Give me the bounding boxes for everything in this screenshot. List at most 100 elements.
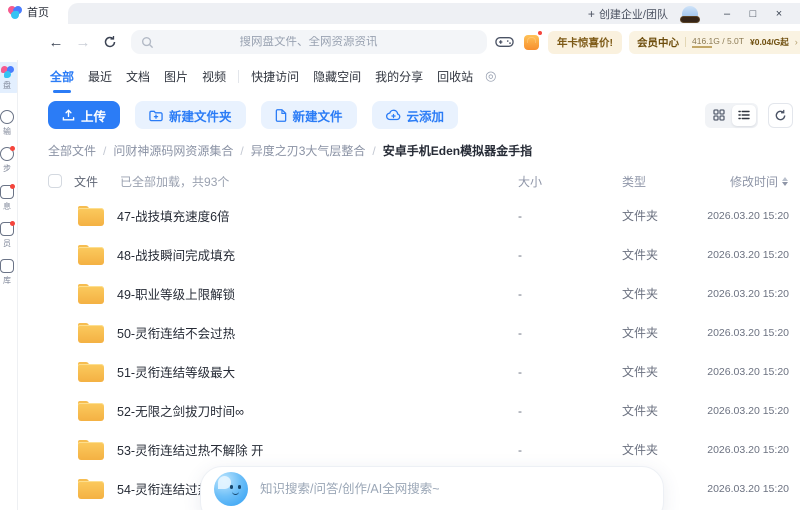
tab-recycle-bin[interactable]: 回收站: [435, 66, 475, 87]
main-content: 全部 最近 文档 图片 视频 快捷访问 隐藏空间 我的分享 回收站 ◎ 上传 新…: [18, 60, 800, 510]
table-row[interactable]: 50-灵衔连结不会过热 - 文件夹 2026.03.20 15:20: [48, 313, 793, 352]
sidebar-item-member[interactable]: 员: [0, 221, 17, 249]
library-icon: [0, 259, 14, 273]
folder-plus-icon: [149, 110, 163, 121]
file-name[interactable]: 52-无限之剑拔刀时间∞: [117, 401, 244, 420]
folder-icon: [78, 283, 104, 304]
sidebar-item-transfer[interactable]: 输: [0, 110, 17, 137]
tab-settings-icon[interactable]: ◎: [485, 68, 496, 84]
tab-strip: + 创建企业/团队 – □ ×: [68, 3, 800, 24]
refresh-icon[interactable]: [100, 31, 120, 53]
select-all-checkbox[interactable]: [48, 174, 62, 188]
breadcrumb-level-1[interactable]: 问财神源码网资源集合: [113, 142, 233, 159]
file-size: -: [518, 247, 522, 262]
sidebar-item-disk[interactable]: 盘: [0, 62, 17, 93]
back-icon[interactable]: ←: [46, 31, 66, 53]
ai-search-bar[interactable]: [200, 466, 664, 510]
grid-view-icon[interactable]: [707, 105, 731, 126]
sidebar: 盘 输 步 息 员 库: [0, 60, 18, 510]
table-row[interactable]: 47-战技填充速度6倍 - 文件夹 2026.03.20 15:20: [48, 196, 793, 235]
folder-icon: [78, 439, 104, 460]
load-status: 已全部加载，共93个: [120, 174, 230, 189]
refresh-list-icon[interactable]: [768, 102, 793, 128]
breadcrumb-root[interactable]: 全部文件: [48, 142, 96, 159]
file-size: -: [518, 442, 522, 457]
promo-pill[interactable]: 年卡惊喜价!: [548, 30, 622, 54]
table-row[interactable]: 51-灵衔连结等级最大 - 文件夹 2026.03.20 15:20: [48, 352, 793, 391]
file-name[interactable]: 49-职业等级上限解锁: [117, 284, 235, 303]
view-controls: [705, 102, 793, 128]
search-input[interactable]: [154, 36, 477, 48]
plus-icon: +: [587, 6, 595, 21]
new-folder-button[interactable]: 新建文件夹: [135, 101, 246, 129]
tab-hidden-space[interactable]: 隐藏空间: [311, 66, 363, 87]
member-icon: [0, 221, 15, 236]
ai-search-input[interactable]: [260, 467, 647, 510]
member-center-pill[interactable]: 会员中心 416.1G / 5.0T ¥0.04/G起 ›: [629, 30, 800, 54]
column-file[interactable]: 文件: [74, 173, 98, 190]
ai-mascot-icon[interactable]: [214, 472, 248, 506]
sidebar-item-library[interactable]: 库: [0, 259, 17, 286]
sidebar-item-sync[interactable]: 步: [0, 146, 17, 174]
search-box[interactable]: [131, 30, 487, 54]
upload-button[interactable]: 上传: [48, 101, 121, 129]
table-row[interactable]: 52-无限之剑拔刀时间∞ - 文件夹 2026.03.20 15:20: [48, 391, 793, 430]
sync-icon: [0, 146, 15, 161]
folder-icon: [78, 361, 104, 382]
cloud-add-button[interactable]: 云添加: [371, 101, 459, 129]
app-home-tab[interactable]: 首页: [0, 0, 68, 24]
notification-dot: [537, 30, 543, 36]
folder-icon: [78, 244, 104, 265]
file-name[interactable]: 53-灵衔连结过热不解除 开: [117, 440, 264, 459]
breadcrumb-level-2[interactable]: 异度之刃3大气层整合: [251, 142, 366, 159]
message-icon: [0, 184, 15, 199]
notification-dot: [10, 146, 15, 151]
cloud-add-icon: [385, 109, 400, 121]
file-icon: [275, 108, 286, 122]
column-type[interactable]: 类型: [622, 173, 700, 190]
notification-dot: [10, 221, 15, 226]
storage-quota: 416.1G / 5.0T: [692, 36, 744, 48]
game-controller-icon[interactable]: [494, 32, 514, 52]
member-center-label[interactable]: 会员中心: [637, 35, 679, 50]
app-tab-label: 首页: [27, 7, 49, 19]
tab-recent[interactable]: 最近: [86, 66, 114, 87]
file-type: 文件夹: [622, 248, 659, 262]
file-name[interactable]: 47-战技填充速度6倍: [117, 206, 230, 225]
maximize-button[interactable]: □: [740, 4, 766, 24]
file-type: 文件夹: [622, 404, 659, 418]
tab-all[interactable]: 全部: [48, 66, 76, 87]
table-row[interactable]: 49-职业等级上限解锁 - 文件夹 2026.03.20 15:20: [48, 274, 793, 313]
folder-icon: [78, 478, 104, 499]
column-time[interactable]: 修改时间: [700, 173, 793, 190]
file-time: 2026.03.20 15:20: [707, 287, 789, 300]
new-file-button[interactable]: 新建文件: [260, 101, 357, 129]
chevron-right-icon: ›: [794, 37, 798, 47]
close-button[interactable]: ×: [766, 4, 792, 24]
forward-icon[interactable]: →: [73, 31, 93, 53]
gift-bag-icon[interactable]: [521, 30, 543, 52]
file-type: 文件夹: [622, 209, 659, 223]
tab-documents[interactable]: 文档: [124, 66, 152, 87]
tab-my-shares[interactable]: 我的分享: [373, 66, 425, 87]
avatar[interactable]: [680, 5, 700, 23]
sidebar-item-message[interactable]: 息: [0, 184, 17, 212]
tab-images[interactable]: 图片: [162, 66, 190, 87]
minimize-button[interactable]: –: [714, 4, 740, 24]
tab-quick-access[interactable]: 快捷访问: [249, 66, 301, 87]
table-row[interactable]: 48-战技瞬间完成填充 - 文件夹 2026.03.20 15:20: [48, 235, 793, 274]
toolbar: ← → 年卡惊喜价! 会员中心 416.1G / 5.0T ¥0.04/G起 ›: [0, 24, 800, 60]
file-name[interactable]: 48-战技瞬间完成填充: [117, 245, 235, 264]
upload-icon: [62, 108, 75, 121]
column-size[interactable]: 大小: [518, 173, 622, 190]
file-size: -: [518, 208, 522, 223]
breadcrumb: 全部文件 / 问财神源码网资源集合 / 异度之刃3大气层整合 / 安卓手机Ede…: [48, 142, 533, 159]
file-name[interactable]: 51-灵衔连结等级最大: [117, 362, 235, 381]
create-team-button[interactable]: + 创建企业/团队: [588, 6, 668, 22]
file-size: -: [518, 403, 522, 418]
list-view-icon[interactable]: [732, 104, 756, 126]
tab-videos[interactable]: 视频: [200, 66, 228, 87]
file-list: 47-战技填充速度6倍 - 文件夹 2026.03.20 15:20 48-战技…: [48, 196, 793, 508]
file-name[interactable]: 50-灵衔连结不会过热: [117, 323, 235, 342]
table-row[interactable]: 53-灵衔连结过热不解除 开 - 文件夹 2026.03.20 15:20: [48, 430, 793, 469]
